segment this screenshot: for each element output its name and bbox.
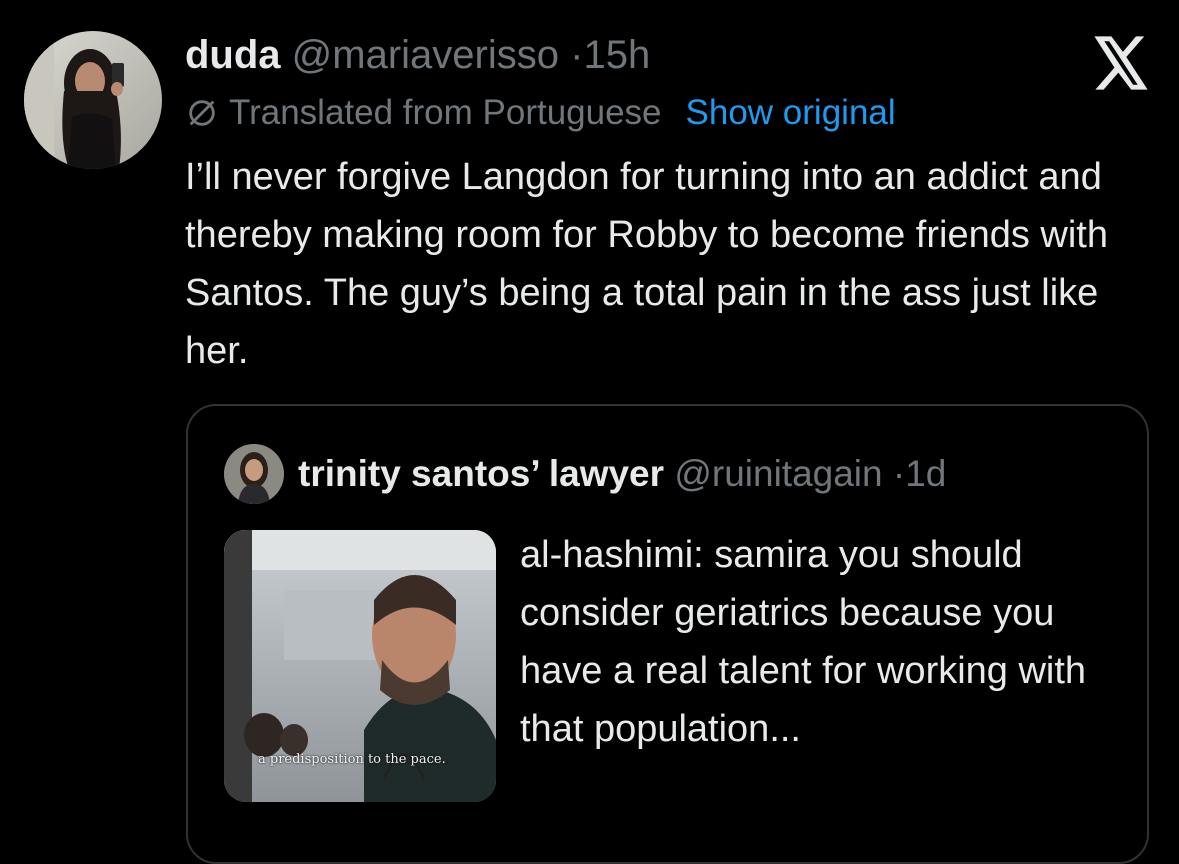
tweet-text: I’ll never forgive Langdon for turning i…: [185, 156, 1108, 372]
translate-slash-icon: [189, 100, 215, 126]
quoted-tweet-card[interactable]: trinity santos’ lawyer @ruinitagain ·1d: [186, 404, 1149, 864]
quoted-tweet-header: trinity santos’ lawyer @ruinitagain ·1d: [298, 451, 946, 497]
author-handle[interactable]: @mariaverisso: [292, 33, 559, 77]
quoted-author-display-name[interactable]: trinity santos’ lawyer: [298, 453, 664, 494]
quoted-avatar-photo: [224, 444, 284, 504]
quoted-author-handle[interactable]: @ruinitagain: [674, 453, 882, 494]
author-avatar[interactable]: [24, 31, 162, 169]
author-display-name[interactable]: duda: [185, 33, 281, 77]
quoted-tweet-text: al-hashimi: samira you should consider g…: [520, 534, 1087, 750]
translated-label: Translated from Portuguese: [229, 93, 662, 132]
x-logo-icon[interactable]: [1092, 36, 1150, 90]
show-original-link[interactable]: Show original: [686, 90, 896, 136]
quoted-header-separator: ·: [892, 453, 906, 494]
translation-row: Translated from Portuguese Show original: [185, 90, 896, 136]
header-separator: ·: [570, 33, 584, 77]
avatar-photo: [24, 31, 162, 169]
tweet-timestamp[interactable]: 15h: [583, 33, 650, 77]
quoted-author-avatar[interactable]: [224, 444, 284, 504]
media-caption: a predisposition to the pace.: [258, 752, 446, 767]
tweet-header: duda @mariaverisso ·15h: [185, 30, 650, 80]
quoted-media-thumbnail[interactable]: a predisposition to the pace.: [224, 530, 496, 802]
quoted-timestamp[interactable]: 1d: [905, 453, 946, 494]
